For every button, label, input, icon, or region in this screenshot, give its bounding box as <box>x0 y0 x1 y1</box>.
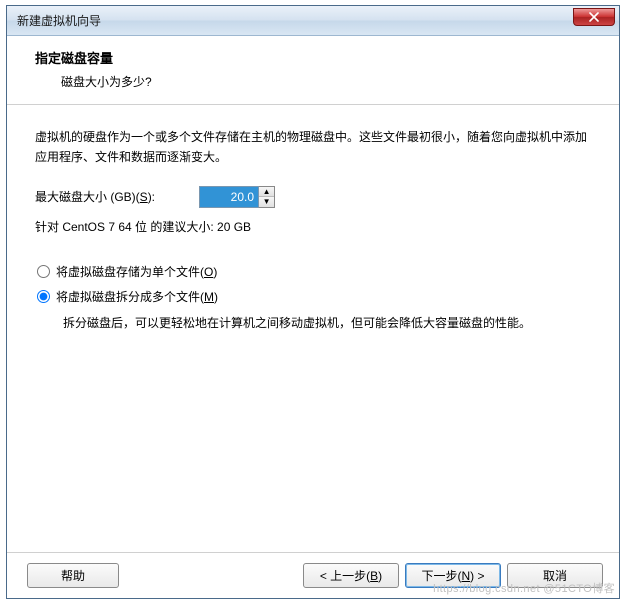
radio-single-file-input[interactable] <box>37 265 50 278</box>
disk-size-spinner: ▲ ▼ <box>199 186 275 208</box>
radio-split-files[interactable]: 将虚拟磁盘拆分成多个文件(M) <box>37 288 591 305</box>
radio-split-files-input[interactable] <box>37 290 50 303</box>
disk-size-label: 最大磁盘大小 (GB)(S): <box>35 188 155 205</box>
page-subtitle: 磁盘大小为多少? <box>61 73 599 90</box>
titlebar: 新建虚拟机向导 <box>7 6 619 36</box>
description-text: 虚拟机的硬盘作为一个或多个文件存储在主机的物理磁盘中。这些文件最初很小，随着您向… <box>35 127 591 168</box>
radio-split-note: 拆分磁盘后，可以更轻松地在计算机之间移动虚拟机，但可能会降低大容量磁盘的性能。 <box>63 313 591 333</box>
recommended-size-text: 针对 CentOS 7 64 位 的建议大小: 20 GB <box>35 218 591 235</box>
disk-size-input[interactable] <box>199 186 259 208</box>
wizard-header: 指定磁盘容量 磁盘大小为多少? <box>7 36 619 105</box>
radio-split-files-label: 将虚拟磁盘拆分成多个文件(M) <box>56 288 218 305</box>
next-button[interactable]: 下一步(N) > <box>405 563 501 588</box>
wizard-content: 虚拟机的硬盘作为一个或多个文件存储在主机的物理磁盘中。这些文件最初很小，随着您向… <box>7 105 619 552</box>
spinner-up-button[interactable]: ▲ <box>259 187 274 198</box>
spinner-buttons: ▲ ▼ <box>259 186 275 208</box>
cancel-button[interactable]: 取消 <box>507 563 603 588</box>
radio-single-file-label: 将虚拟磁盘存储为单个文件(O) <box>56 263 217 280</box>
wizard-window: 新建虚拟机向导 指定磁盘容量 磁盘大小为多少? 虚拟机的硬盘作为一个或多个文件存… <box>6 5 620 599</box>
radio-single-file[interactable]: 将虚拟磁盘存储为单个文件(O) <box>37 263 591 280</box>
close-icon <box>589 12 599 22</box>
close-button[interactable] <box>573 8 615 26</box>
help-button[interactable]: 帮助 <box>27 563 119 588</box>
wizard-footer: 帮助 < 上一步(B) 下一步(N) > 取消 <box>7 552 619 598</box>
disk-size-row: 最大磁盘大小 (GB)(S): ▲ ▼ <box>35 186 591 208</box>
window-title: 新建虚拟机向导 <box>17 12 101 29</box>
spinner-down-button[interactable]: ▼ <box>259 197 274 207</box>
wizard-body: 指定磁盘容量 磁盘大小为多少? 虚拟机的硬盘作为一个或多个文件存储在主机的物理磁… <box>7 36 619 598</box>
back-button[interactable]: < 上一步(B) <box>303 563 399 588</box>
page-title: 指定磁盘容量 <box>35 48 599 67</box>
